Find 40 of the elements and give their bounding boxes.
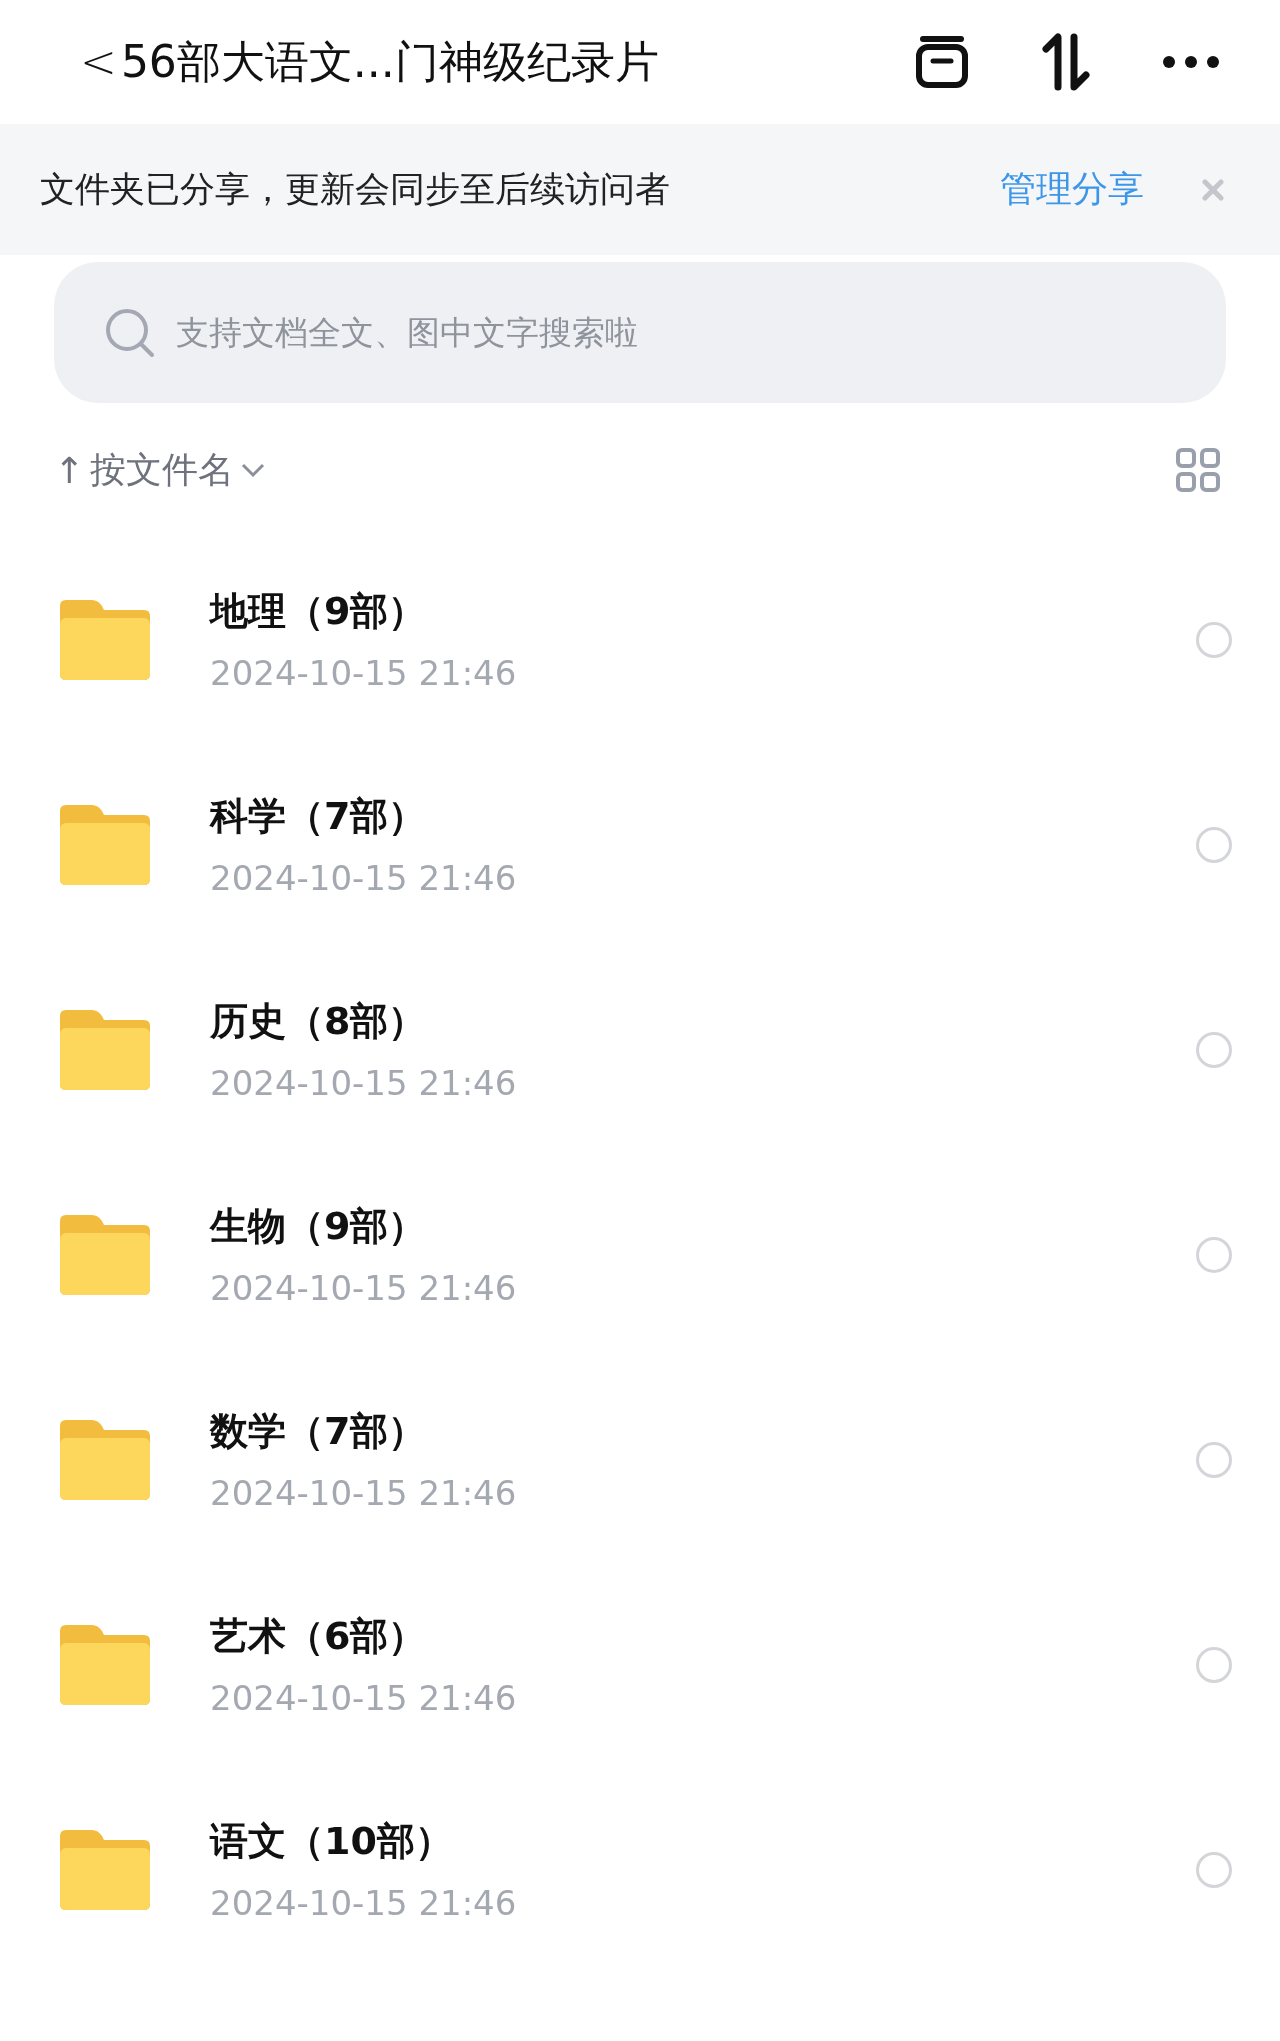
folder-name[interactable]: 历史（8部）	[210, 996, 1196, 1047]
select-checkbox[interactable]	[1196, 1851, 1232, 1888]
folder-date: 2024-10-15 21:46	[210, 1268, 518, 1308]
transfer-icon[interactable]	[1040, 33, 1092, 91]
folder-icon	[60, 1214, 150, 1295]
folder-icon	[60, 1419, 150, 1500]
search-field[interactable]: 支持文档全文、图中文字搜索啦	[54, 262, 1226, 403]
folder-icon	[60, 804, 150, 885]
select-checkbox[interactable]	[1196, 1031, 1232, 1068]
folder-date: 2024-10-15 21:46	[210, 1883, 518, 1923]
folder-name[interactable]: 艺术（6部）	[210, 1611, 1196, 1662]
close-icon[interactable]	[1202, 178, 1224, 201]
folder-name[interactable]: 数学（7部）	[210, 1406, 1196, 1457]
folder-icon	[60, 1624, 150, 1705]
select-checkbox[interactable]	[1196, 621, 1232, 658]
folder-title[interactable]: <56部大语文...门神级纪录片	[80, 32, 659, 92]
folder-icon	[60, 1009, 150, 1090]
folder-name[interactable]: 生物（9部）	[210, 1201, 1196, 1252]
select-checkbox[interactable]	[1196, 1441, 1232, 1478]
folder-name[interactable]: 语文（10部）	[210, 1816, 1196, 1867]
chevron-down-icon	[240, 462, 267, 478]
search-input[interactable]: 支持文档全文、图中文字搜索啦	[174, 312, 1176, 353]
select-checkbox[interactable]	[1196, 1646, 1232, 1683]
folder-date: 2024-10-15 21:46	[210, 1063, 518, 1103]
grid-view-icon[interactable]	[1176, 448, 1220, 492]
folder-name[interactable]: 科学（7部）	[210, 791, 1196, 842]
more-icon[interactable]	[1162, 55, 1220, 69]
share-message: 文件夹已分享，更新会同步至后续访问者	[40, 168, 671, 211]
folder-name[interactable]: 地理（9部）	[210, 586, 1196, 637]
folder-date: 2024-10-15 21:46	[210, 858, 518, 898]
box-icon[interactable]	[914, 34, 970, 90]
search-icon	[104, 306, 156, 359]
select-checkbox[interactable]	[1196, 826, 1232, 863]
folder-date: 2024-10-15 21:46	[210, 1678, 518, 1718]
select-checkbox[interactable]	[1196, 1236, 1232, 1273]
folder-icon	[60, 599, 150, 680]
folder-date: 2024-10-15 21:46	[210, 653, 518, 693]
folder-icon	[60, 1829, 150, 1910]
sort-button[interactable]: ↑ 按文件名	[54, 445, 267, 495]
folder-date: 2024-10-15 21:46	[210, 1473, 518, 1513]
